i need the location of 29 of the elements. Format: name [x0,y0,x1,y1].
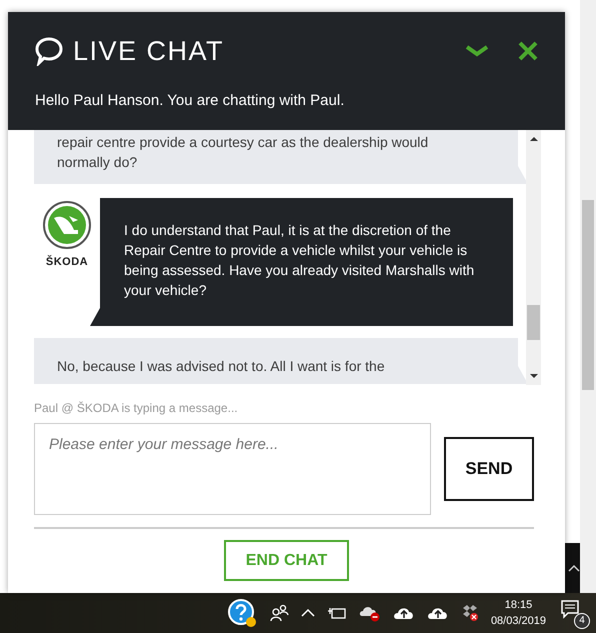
page-scrollbar[interactable] [580,0,596,593]
clock-time[interactable]: 18:15 [504,597,532,613]
message-text: I do understand that Paul, it is at the discretion of the Repair Centre to provide a vehicle whilst your vehicle is being assessed. Have you already visited Marshalls with your vehicle? [124,222,474,298]
notification-count: 4 [574,613,590,629]
message-text: repair centre provide a courtesy car as the dealership would normally do? [57,134,428,170]
speech-bubble-icon [35,36,63,66]
notification-icon[interactable] [560,599,580,619]
minimize-icon[interactable] [465,44,489,58]
brand-text: ŠKODA [46,256,88,268]
help-icon[interactable] [226,598,257,628]
cloud-icon[interactable] [358,604,381,622]
scroll-down-icon[interactable] [530,373,538,379]
logo-icon [42,200,92,250]
caret-icon [568,564,580,572]
chat-title: LIVE CHAT [73,36,224,66]
people-icon[interactable] [268,603,289,623]
scrollbar-thumb[interactable] [527,305,540,340]
greeting-text: Hello Paul Hanson. You are chatting with Paul. [35,92,346,109]
back-to-top-button[interactable] [565,543,580,593]
message-input[interactable]: Please enter your message here... [34,423,431,515]
scrollbar[interactable] [526,130,541,385]
battery-icon[interactable] [326,605,347,621]
scroll-up-icon[interactable] [530,136,538,142]
clock-date[interactable]: 08/03/2019 [490,613,546,629]
message-text: No, because I was advised not to. All I want is for the [57,358,385,374]
close-icon[interactable] [517,40,539,62]
typing-status: Paul @ ŠKODA is typing a message... [34,401,239,415]
caret-icon[interactable] [300,608,315,618]
send-button[interactable]: SEND [444,437,534,501]
